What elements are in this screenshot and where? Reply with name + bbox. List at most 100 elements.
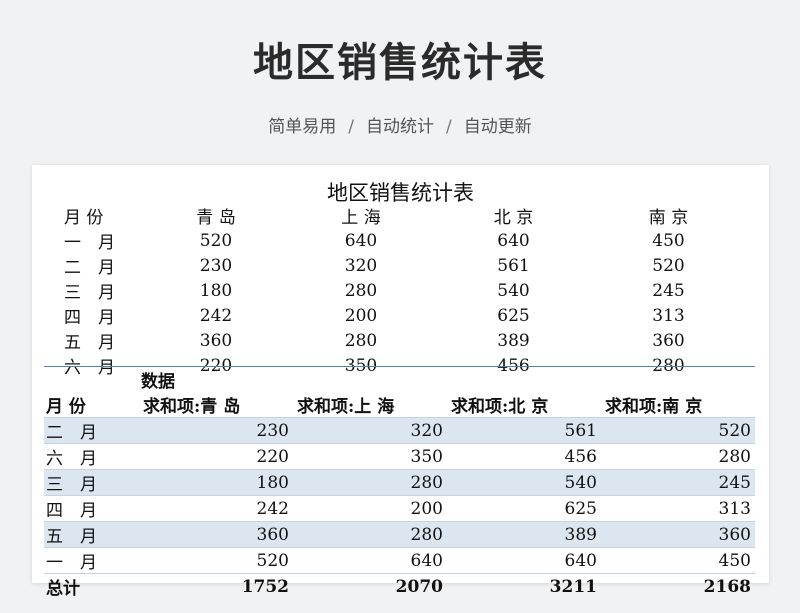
table-row: 五 月 360 280 389 360 — [44, 521, 755, 548]
value-cell: 520 — [601, 417, 755, 444]
value-cell: 540 — [497, 280, 530, 301]
tag-easy: 简单易用 — [268, 117, 337, 137]
value-cell: 280 — [293, 521, 447, 548]
table-header-row: 月 份青 岛上 海北 京南 京 — [46, 203, 746, 228]
pivot-data-label-row: 数据 — [44, 367, 755, 393]
tag-auto-stat: 自动统计 — [366, 117, 434, 137]
column-header: 青 岛 — [196, 208, 236, 228]
value-cell: 360 — [601, 521, 755, 548]
source-data-table: 月 份 青 岛 上 海 北 京 南 京一 月 520 640 640 450 二 月 230 320 5… — [46, 203, 746, 378]
total-cell: 2168 — [601, 573, 755, 599]
value-cell: 220 — [139, 443, 293, 470]
table-row: 三 月 180 280 540 245 — [46, 278, 746, 304]
column-header: 求和项:南 京 — [601, 392, 755, 418]
empty-cell — [44, 367, 139, 393]
table-row: 一 月 520 640 640 450 — [46, 228, 746, 254]
value-cell: 640 — [344, 230, 378, 251]
table-row: 一 月 520 640 640 450 — [44, 547, 755, 574]
month-cell: 二 月 — [64, 258, 115, 278]
table-row: 六 月 220 350 456 280 — [44, 443, 755, 470]
column-header: 上 海 — [341, 208, 381, 228]
month-cell: 一 月 — [64, 233, 115, 253]
month-cell: 三 月 — [64, 283, 115, 303]
value-cell: 313 — [652, 305, 685, 326]
value-cell: 245 — [601, 469, 755, 496]
value-cell: 456 — [447, 443, 601, 470]
month-cell: 五 月 — [64, 333, 115, 353]
value-cell: 320 — [344, 255, 378, 276]
total-row: 总计 1752 2070 3211 2168 — [44, 573, 755, 599]
value-cell: 280 — [293, 469, 447, 496]
empty-cell — [447, 367, 601, 393]
pivot-header-row: 月 份求和项:青 岛求和项:上 海求和项:北 京求和项:南 京 — [44, 392, 755, 418]
value-cell: 360 — [199, 330, 233, 351]
page-title: 地区销售统计表 — [253, 40, 547, 86]
table-row: 三 月 180 280 540 245 — [44, 469, 755, 496]
value-cell: 640 — [497, 230, 530, 251]
value-cell: 625 — [447, 495, 601, 522]
value-cell: 180 — [199, 280, 233, 301]
table-row: 五 月 360 280 389 360 — [46, 328, 746, 354]
table-row: 四 月 242 200 625 313 — [46, 303, 746, 329]
value-cell: 640 — [293, 547, 447, 574]
data-label: 数据 — [141, 372, 175, 392]
month-cell: 五 月 — [44, 521, 139, 548]
month-cell: 六 月 — [44, 443, 139, 470]
tag-separator: / — [446, 117, 452, 137]
row-label: 月 份 — [44, 392, 139, 418]
month-cell: 四 月 — [64, 308, 115, 328]
value-cell: 520 — [139, 547, 293, 574]
value-cell: 360 — [139, 521, 293, 548]
column-header: 月 份 — [64, 208, 104, 228]
pivot-table: 数据月 份求和项:青 岛求和项:上 海求和项:北 京求和项:南 京二 月 230 3… — [44, 366, 755, 599]
value-cell: 242 — [199, 305, 233, 326]
column-header: 北 京 — [493, 208, 534, 228]
tag-separator: / — [348, 117, 354, 137]
column-header: 南 京 — [648, 208, 689, 228]
value-cell: 313 — [601, 495, 755, 522]
value-cell: 540 — [447, 469, 601, 496]
tag-auto-update: 自动更新 — [463, 117, 532, 137]
table-row: 四 月 242 200 625 313 — [44, 495, 755, 522]
value-cell: 520 — [199, 230, 233, 251]
column-header: 求和项:青 岛 — [139, 392, 293, 418]
value-cell: 280 — [344, 280, 378, 301]
total-cell: 1752 — [139, 573, 293, 599]
value-cell: 450 — [652, 230, 685, 251]
value-cell: 230 — [139, 417, 293, 444]
column-header: 求和项:北 京 — [447, 392, 601, 418]
value-cell: 200 — [344, 305, 378, 326]
value-cell: 520 — [652, 255, 685, 276]
value-cell: 350 — [293, 443, 447, 470]
month-cell: 一 月 — [44, 547, 139, 574]
value-cell: 640 — [447, 547, 601, 574]
value-cell: 280 — [344, 330, 378, 351]
spreadsheet-preview: 地区销售统计表 月 份青 岛上 海北 京南 京一 月 520 640 640 450 二 … — [32, 165, 769, 599]
value-cell: 389 — [497, 330, 530, 351]
value-cell: 280 — [601, 443, 755, 470]
empty-cell — [293, 367, 447, 393]
total-cell: 2070 — [293, 573, 447, 599]
value-cell: 561 — [497, 255, 530, 276]
value-cell: 625 — [497, 305, 530, 326]
value-cell: 230 — [199, 255, 233, 276]
value-cell: 360 — [652, 330, 685, 351]
month-cell: 三 月 — [44, 469, 139, 496]
total-cell: 3211 — [447, 573, 601, 599]
value-cell: 320 — [293, 417, 447, 444]
value-cell: 450 — [601, 547, 755, 574]
table-row: 二 月 230 320 561 520 — [46, 253, 746, 279]
column-header: 求和项:上 海 — [293, 392, 447, 418]
month-cell: 二 月 — [44, 417, 139, 444]
value-cell: 242 — [139, 495, 293, 522]
empty-cell — [601, 367, 755, 393]
subtitle: 简单易用 / 自动统计 / 自动更新 — [0, 112, 800, 137]
value-cell: 245 — [652, 280, 685, 301]
month-cell: 四 月 — [44, 495, 139, 522]
value-cell: 389 — [447, 521, 601, 548]
total-label: 总计 — [44, 573, 139, 599]
value-cell: 180 — [139, 469, 293, 496]
value-cell: 561 — [447, 417, 601, 444]
value-cell: 200 — [293, 495, 447, 522]
table-row: 二 月 230 320 561 520 — [44, 417, 755, 444]
